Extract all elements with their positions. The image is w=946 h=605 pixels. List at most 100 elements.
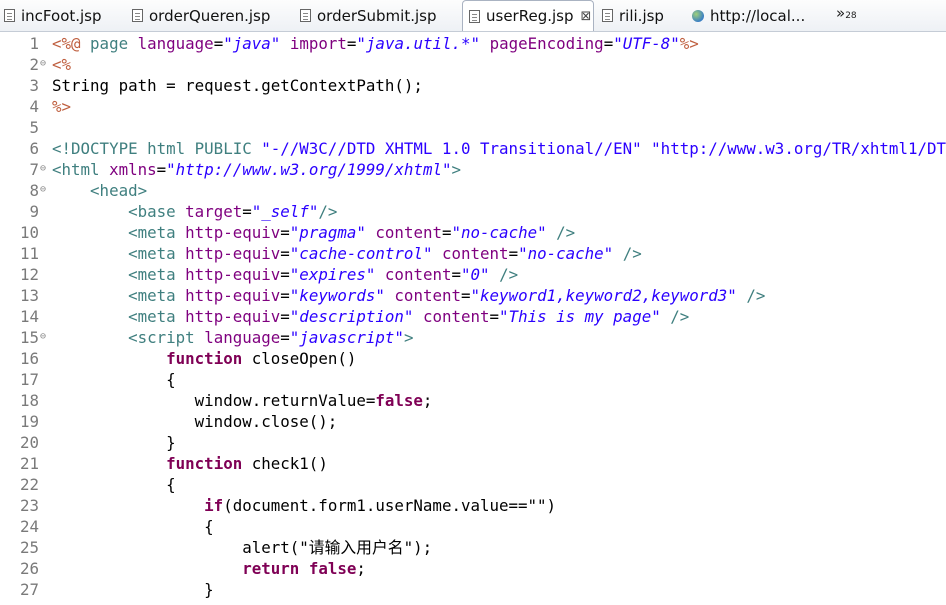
- close-tab-icon[interactable]: ⊠: [581, 9, 592, 24]
- fold-toggle-icon[interactable]: ⊖: [40, 159, 46, 178]
- code-text: <meta http-equiv="description" content="…: [52, 306, 689, 327]
- code-line[interactable]: 4 %>: [0, 96, 946, 117]
- code-text: alert("请输入用户名");: [52, 537, 432, 558]
- fold-toggle-icon[interactable]: ⊖: [40, 54, 46, 73]
- code-line[interactable]: 16 function closeOpen(): [0, 348, 946, 369]
- code-line[interactable]: 19 window.close();: [0, 411, 946, 432]
- code-token: pageEncoding: [489, 34, 604, 53]
- code-token: ;: [422, 391, 433, 410]
- code-token: window.close();: [52, 412, 338, 431]
- line-number: 21: [19, 454, 39, 473]
- code-token: target: [185, 202, 243, 221]
- code-token: false: [308, 559, 357, 578]
- code-line[interactable]: 3 String path = request.getContextPath();: [0, 75, 946, 96]
- code-line[interactable]: 17 {: [0, 369, 946, 390]
- code-line[interactable]: 25 alert("请输入用户名");: [0, 537, 946, 558]
- code-line[interactable]: 23 if(document.form1.userName.value==""): [0, 495, 946, 516]
- code-token: http-equiv: [185, 286, 281, 305]
- code-line[interactable]: 8 ⊖ <head>: [0, 180, 946, 201]
- code-line[interactable]: 22 {: [0, 474, 946, 495]
- code-line[interactable]: 6 <!DOCTYPE html PUBLIC "-//W3C//DTD XHTM…: [0, 138, 946, 159]
- line-number: 20: [19, 433, 39, 452]
- code-text: function closeOpen(): [52, 348, 356, 369]
- code-line[interactable]: 7 ⊖ <html xmlns="http://www.w3.org/1999/xh…: [0, 159, 946, 180]
- tab-rili-jsp[interactable]: rili.jsp: [602, 0, 664, 31]
- fold-toggle-icon[interactable]: ⊖: [40, 327, 46, 346]
- line-number: 16: [19, 349, 39, 368]
- tab-orderqueren-jsp[interactable]: orderQueren.jsp: [132, 0, 270, 31]
- code-token: alert("请输入用户名");: [52, 538, 433, 557]
- code-line[interactable]: 24 {: [0, 516, 946, 537]
- code-line[interactable]: 2 ⊖ <%: [0, 54, 946, 75]
- code-text: <meta http-equiv="pragma" content="no-ca…: [52, 222, 575, 243]
- line-number: 7: [29, 160, 39, 179]
- code-token: =: [280, 307, 290, 326]
- line-number: 24: [19, 517, 39, 536]
- code-text: window.returnValue=false;: [52, 390, 433, 411]
- code-line[interactable]: 10 <meta http-equiv="pragma" content="no…: [0, 222, 946, 243]
- code-text: <%: [52, 54, 71, 75]
- code-token: ;: [356, 559, 366, 578]
- code-text: {: [52, 369, 176, 390]
- code-token: =: [346, 34, 357, 53]
- code-line[interactable]: 14 <meta http-equiv="description" conten…: [0, 306, 946, 327]
- code-line[interactable]: 18 window.returnValue=false;: [0, 390, 946, 411]
- line-number: 18: [19, 391, 39, 410]
- code-token: />: [556, 223, 576, 242]
- code-text: <html xmlns="http://www.w3.org/1999/xhtm…: [52, 159, 461, 180]
- code-token: "0": [461, 265, 490, 284]
- code-text: <%@ page language="java" import="java.ut…: [52, 33, 699, 54]
- code-line[interactable]: 13 <meta http-equiv="keywords" content="…: [0, 285, 946, 306]
- tab-ordersubmit-jsp[interactable]: orderSubmit.jsp: [300, 0, 436, 31]
- tab-userreg-jsp[interactable]: userReg.jsp ⊠: [462, 0, 594, 31]
- code-token: import: [289, 34, 347, 53]
- code-line[interactable]: 21 function check1(): [0, 453, 946, 474]
- code-line[interactable]: 15 ⊖ <script language="javascript">: [0, 327, 946, 348]
- code-token: window.returnValue=: [52, 391, 376, 410]
- tab-incfoot-jsp[interactable]: incFoot.jsp: [4, 0, 102, 31]
- code-token: />: [746, 286, 766, 305]
- code-token: }: [52, 580, 214, 599]
- code-line[interactable]: 26 return false;: [0, 558, 946, 579]
- code-token: {: [52, 517, 214, 536]
- code-text: if(document.form1.userName.value==""): [52, 495, 556, 516]
- code-token: =: [280, 286, 290, 305]
- code-line[interactable]: 12 <meta http-equiv="expires" content="0…: [0, 264, 946, 285]
- code-token: <meta: [128, 307, 186, 326]
- code-token: http-equiv: [185, 265, 281, 284]
- code-line[interactable]: 20 }: [0, 432, 946, 453]
- tab-overflow-button[interactable]: »28: [836, 4, 857, 22]
- code-token: =: [280, 223, 290, 242]
- line-number: 19: [19, 412, 39, 431]
- line-number: 14: [19, 307, 39, 326]
- code-token: %>: [52, 97, 72, 116]
- fold-toggle-icon[interactable]: ⊖: [40, 180, 46, 199]
- code-token: http-equiv: [185, 244, 281, 263]
- code-token: />: [499, 265, 519, 284]
- code-line[interactable]: 27 }: [0, 579, 946, 600]
- code-token: "no-cache": [518, 244, 614, 263]
- code-token: content: [375, 223, 442, 242]
- code-line[interactable]: 9 <base target="_self"/>: [0, 201, 946, 222]
- code-token: =: [280, 328, 290, 347]
- code-editor[interactable]: 1 <%@ page language="java" import="java.u…: [0, 32, 946, 605]
- code-token: =: [451, 265, 462, 284]
- code-line[interactable]: 1 <%@ page language="java" import="java.u…: [0, 33, 946, 54]
- code-line[interactable]: 11 <meta http-equiv="cache-control" cont…: [0, 243, 946, 264]
- tab-localhost-browser[interactable]: http://local...: [692, 0, 805, 31]
- code-line[interactable]: 5: [0, 117, 946, 138]
- code-text: }: [52, 579, 214, 600]
- code-token: content: [394, 286, 461, 305]
- code-token: closeOpen(): [242, 349, 357, 368]
